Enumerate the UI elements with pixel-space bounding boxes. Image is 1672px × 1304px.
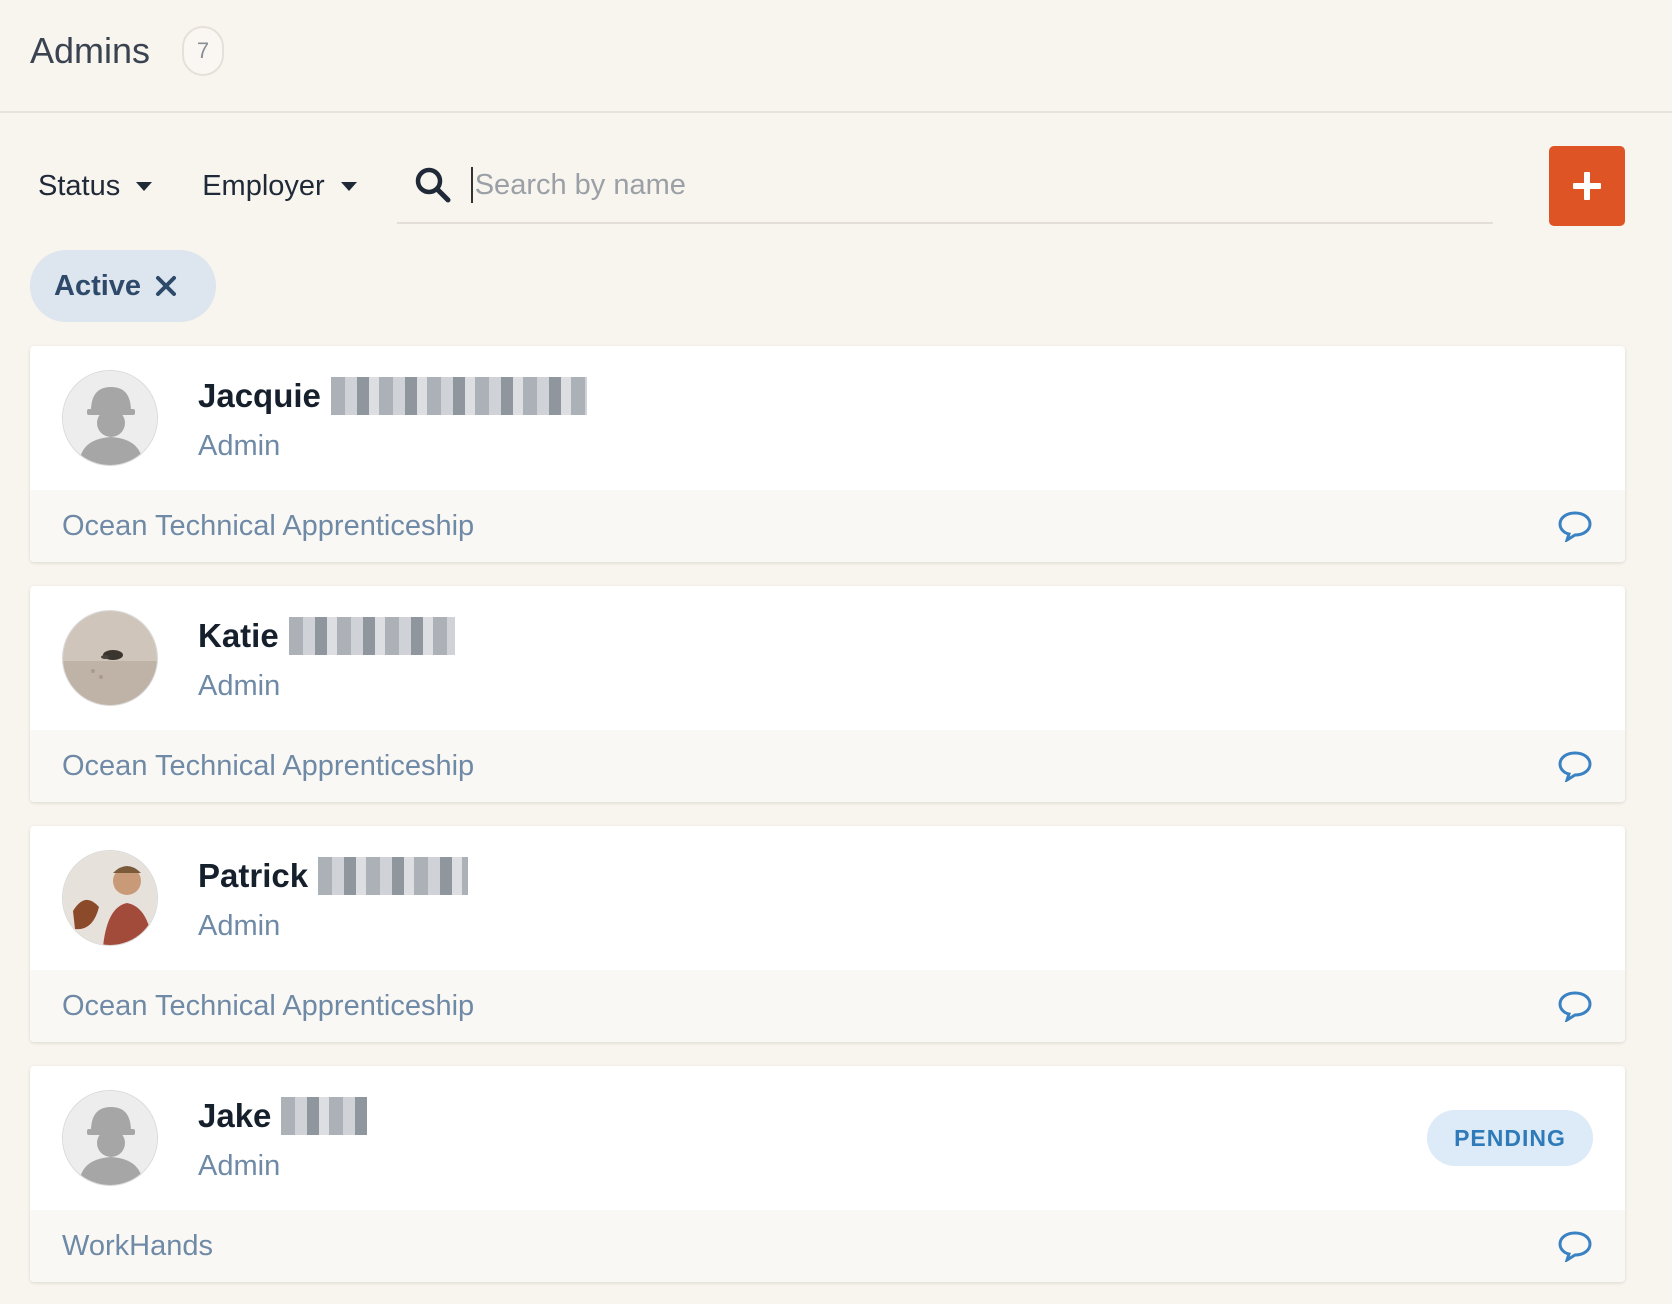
admin-role: Admin — [198, 430, 281, 462]
admin-card[interactable]: Katie Admin Ocean Technical Apprenticesh… — [30, 586, 1625, 802]
caret-down-icon — [136, 181, 153, 191]
status-filter-label: Status — [38, 169, 121, 202]
search-icon — [415, 167, 451, 203]
avatar — [62, 370, 158, 466]
status-filter-dropdown[interactable]: Status — [30, 170, 160, 203]
status-badge: PENDING — [1427, 1110, 1593, 1166]
chat-bubble-icon[interactable] — [1557, 510, 1593, 542]
admin-name: Katie — [198, 617, 279, 654]
redacted-last-name — [318, 857, 469, 895]
employer-filter-dropdown[interactable]: Employer — [194, 170, 365, 203]
admin-card[interactable]: Patrick Admin Ocean Technical Apprentice… — [30, 826, 1625, 1042]
chat-bubble-icon[interactable] — [1557, 750, 1593, 782]
redacted-last-name — [288, 617, 455, 655]
admin-role: Admin — [198, 670, 281, 702]
chat-bubble-icon[interactable] — [1557, 1230, 1593, 1262]
chat-bubble-icon[interactable] — [1557, 990, 1593, 1022]
admin-name: Patrick — [198, 857, 309, 894]
plus-icon — [1573, 172, 1601, 200]
admin-employer: Ocean Technical Apprenticeship — [62, 509, 475, 542]
active-filter-chip: Active — [30, 250, 216, 322]
admin-employer: Ocean Technical Apprenticeship — [62, 749, 475, 782]
search-bar — [396, 148, 1493, 224]
admin-name: Jacquie — [198, 377, 321, 414]
redacted-last-name — [281, 1097, 368, 1135]
add-admin-button[interactable] — [1549, 146, 1625, 226]
redacted-last-name — [330, 377, 587, 415]
active-filter-label: Active — [54, 269, 142, 302]
search-input[interactable] — [470, 167, 1371, 203]
page-title: Admins — [30, 29, 151, 71]
avatar — [62, 1090, 158, 1186]
page-header: Admins 7 — [0, 0, 1672, 113]
admin-role: Admin — [198, 1150, 281, 1182]
employer-filter-label: Employer — [202, 169, 325, 202]
admin-card[interactable]: Jake Admin PENDING WorkHands — [30, 1066, 1625, 1282]
admin-count-badge: 7 — [182, 25, 225, 76]
admin-employer: WorkHands — [62, 1229, 213, 1262]
placeholder-avatar-icon — [63, 371, 157, 465]
admin-name: Jake — [198, 1097, 272, 1134]
admin-card[interactable]: Jacquie Admin Ocean Technical Apprentice… — [30, 346, 1625, 562]
beach-photo-avatar — [63, 611, 157, 705]
avatar — [62, 610, 158, 706]
avatar — [62, 850, 158, 946]
filter-toolbar: Status Employer — [30, 146, 1624, 226]
close-icon[interactable] — [155, 275, 177, 297]
admin-employer: Ocean Technical Apprenticeship — [62, 989, 475, 1022]
person-photo-avatar — [63, 851, 157, 945]
caret-down-icon — [340, 181, 357, 191]
admin-role: Admin — [198, 910, 281, 942]
placeholder-avatar-icon — [63, 1091, 157, 1185]
